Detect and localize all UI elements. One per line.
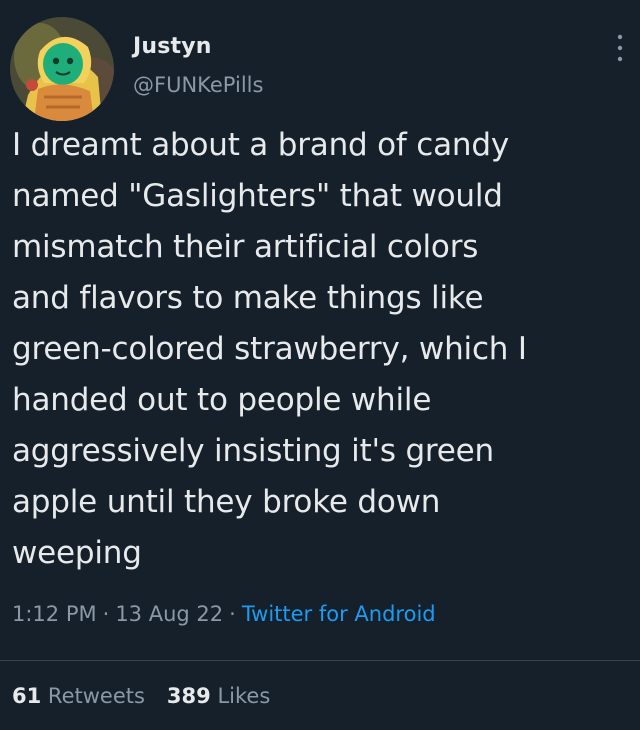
tweet-meta: 1:12 PM · 13 Aug 22 · Twitter for Android <box>12 602 436 626</box>
retweets-count: 61 <box>12 684 42 708</box>
avatar[interactable] <box>10 17 114 121</box>
author-handle[interactable]: @FUNKePills <box>133 73 263 97</box>
likes-label: Likes <box>217 684 271 708</box>
likes-count: 389 <box>166 684 211 708</box>
tweet-date[interactable]: 13 Aug 22 <box>115 602 223 626</box>
tweet-time[interactable]: 1:12 PM <box>12 602 97 626</box>
likes-stat[interactable]: 389 Likes <box>167 684 270 708</box>
more-options-icon[interactable] <box>608 28 632 68</box>
tweet-card: Justyn @FUNKePills I dreamt about a bran… <box>0 0 640 730</box>
retweets-label: Retweets <box>47 684 145 708</box>
tweet-stats: 61 Retweets 389 Likes <box>12 684 292 708</box>
meta-separator: · <box>229 602 236 626</box>
author-name[interactable]: Justyn <box>133 34 212 59</box>
retweets-stat[interactable]: 61 Retweets <box>12 684 145 708</box>
tweet-text: I dreamt about a brand of candy named "G… <box>12 127 527 571</box>
meta-separator: · <box>102 602 110 626</box>
divider <box>0 660 640 661</box>
tweet-source-link[interactable]: Twitter for Android <box>242 602 436 626</box>
